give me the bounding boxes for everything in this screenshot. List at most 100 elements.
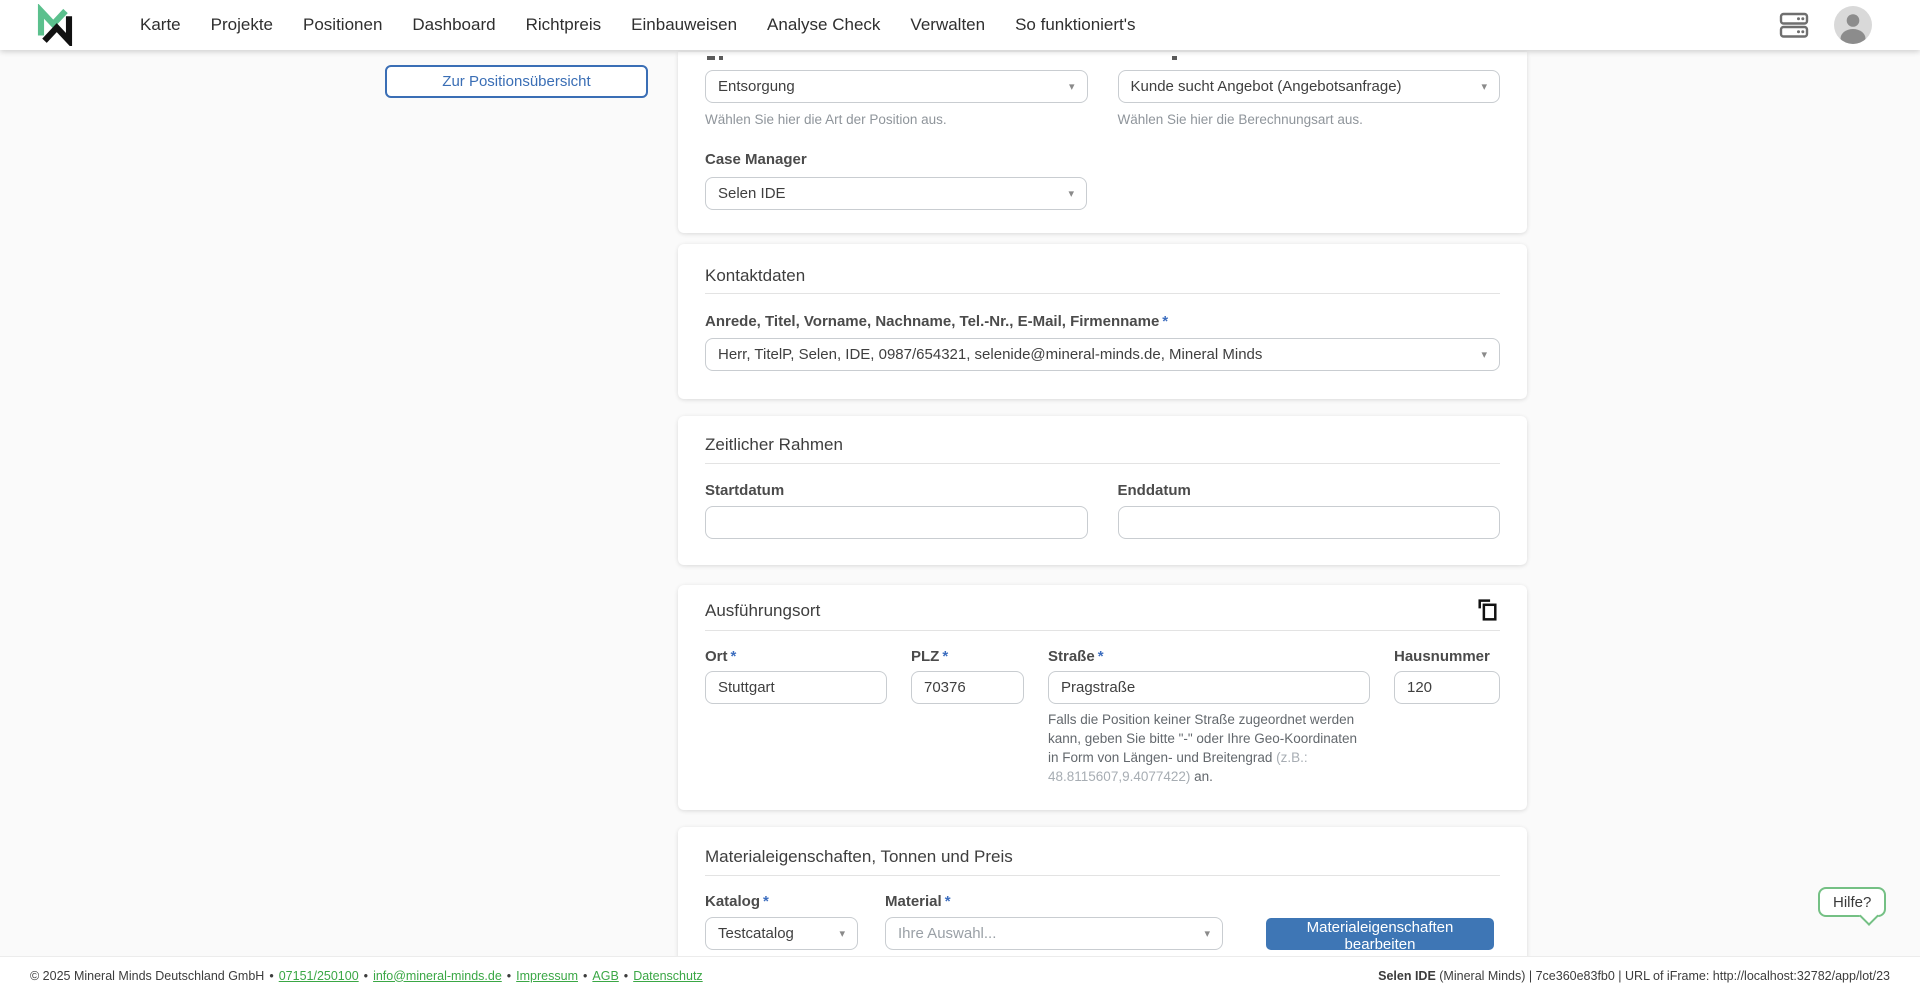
footer-link-email[interactable]: info@mineral-minds.de xyxy=(373,969,502,983)
required-asterisk: * xyxy=(1162,313,1168,330)
material-label-text: Material xyxy=(885,893,942,910)
nav-item-analyse-check[interactable]: Analyse Check xyxy=(767,15,880,35)
material-placeholder: Ihre Auswahl... xyxy=(898,925,996,942)
strasse-label: Straße* xyxy=(1048,648,1370,665)
hausnummer-input[interactable] xyxy=(1394,671,1500,704)
ausfuehrungsort-title: Ausführungsort xyxy=(705,601,820,621)
back-to-positions-button[interactable]: Zur Positionsübersicht xyxy=(385,65,648,98)
nav-right-icons xyxy=(1778,0,1872,50)
chevron-down-icon: ▾ xyxy=(1068,187,1074,200)
server-stack-icon[interactable] xyxy=(1778,10,1810,40)
kontakt-field-label-text: Anrede, Titel, Vorname, Nachname, Tel.-N… xyxy=(705,313,1159,330)
material-select[interactable]: Ihre Auswahl... ▾ xyxy=(885,917,1223,950)
footer-link-impressum[interactable]: Impressum xyxy=(516,969,578,983)
ort-input[interactable] xyxy=(705,671,887,704)
footer-separator: • xyxy=(624,969,628,983)
footer-separator: • xyxy=(583,969,587,983)
plz-label: PLZ* xyxy=(911,648,1024,665)
divider xyxy=(705,293,1500,294)
footer-separator: • xyxy=(364,969,368,983)
berechnungsart-select[interactable]: Kunde sucht Angebot (Angebotsanfrage) ▾ xyxy=(1118,70,1501,103)
footer-copyright: © 2025 Mineral Minds Deutschland GmbH xyxy=(30,969,264,983)
footer-link-agb[interactable]: AGB xyxy=(592,969,618,983)
footer-left: © 2025 Mineral Minds Deutschland GmbH • 07… xyxy=(30,969,703,983)
copy-icon[interactable] xyxy=(1475,597,1500,624)
mineral-minds-logo-icon[interactable] xyxy=(34,4,76,51)
chevron-down-icon: ▾ xyxy=(1481,80,1487,93)
required-asterisk: * xyxy=(945,893,951,910)
kontaktdaten-card: Kontaktdaten Anrede, Titel, Vorname, Nac… xyxy=(678,244,1527,399)
nav-item-verwalten[interactable]: Verwalten xyxy=(910,15,985,35)
footer: © 2025 Mineral Minds Deutschland GmbH • 07… xyxy=(0,956,1920,994)
strasse-note-suffix: an. xyxy=(1190,769,1213,784)
kontakt-field-label: Anrede, Titel, Vorname, Nachname, Tel.-N… xyxy=(705,313,1500,330)
strasse-label-text: Straße xyxy=(1048,648,1095,665)
edit-material-properties-button[interactable]: Materialeigenschaften bearbeiten xyxy=(1266,918,1494,950)
chevron-down-icon: ▾ xyxy=(1069,80,1075,93)
chevron-down-icon: ▾ xyxy=(1481,348,1487,361)
clipped-label-remnant xyxy=(1172,56,1177,60)
page: Karte Projekte Positionen Dashboard Rich… xyxy=(0,0,1920,994)
strasse-note: Falls die Position keiner Straße zugeord… xyxy=(1048,711,1370,787)
case-manager-value: Selen IDE xyxy=(718,185,786,202)
material-title: Materialeigenschaften, Tonnen und Preis xyxy=(705,827,1500,867)
nav-item-richtpreis[interactable]: Richtpreis xyxy=(526,15,602,35)
kontakt-select[interactable]: Herr, TitelP, Selen, IDE, 0987/654321, s… xyxy=(705,338,1500,371)
top-nav: Karte Projekte Positionen Dashboard Rich… xyxy=(0,0,1920,50)
berechnungsart-value: Kunde sucht Angebot (Angebotsanfrage) xyxy=(1131,78,1402,95)
position-settings-card: Entsorgung ▾ Kunde sucht Angebot (Angebo… xyxy=(678,52,1527,233)
footer-session-info: Selen IDE (Mineral Minds) | 7ce360e83fb0… xyxy=(1378,969,1890,983)
footer-separator: • xyxy=(507,969,511,983)
zeitlicher-rahmen-card: Zeitlicher Rahmen Startdatum Enddatum xyxy=(678,416,1527,565)
hausnummer-label: Hausnummer xyxy=(1394,648,1500,665)
help-button[interactable]: Hilfe? xyxy=(1818,887,1886,917)
case-manager-label: Case Manager xyxy=(705,151,1500,168)
help-button-label: Hilfe? xyxy=(1833,894,1871,911)
nav-item-karte[interactable]: Karte xyxy=(140,15,181,35)
footer-session-details: (Mineral Minds) | 7ce360e83fb0 | URL of … xyxy=(1436,969,1890,983)
nav-item-projekte[interactable]: Projekte xyxy=(211,15,273,35)
nav-item-dashboard[interactable]: Dashboard xyxy=(412,15,495,35)
required-asterisk: * xyxy=(1098,648,1104,665)
clipped-label-remnant xyxy=(719,56,723,60)
zeitraum-title: Zeitlicher Rahmen xyxy=(705,416,1500,455)
nav-menu: Karte Projekte Positionen Dashboard Rich… xyxy=(140,0,1136,50)
nav-item-so-funktionierts[interactable]: So funktioniert's xyxy=(1015,15,1135,35)
katalog-label-text: Katalog xyxy=(705,893,760,910)
katalog-value: Testcatalog xyxy=(718,925,794,942)
required-asterisk: * xyxy=(763,893,769,910)
position-type-select[interactable]: Entsorgung ▾ xyxy=(705,70,1088,103)
berechnungsart-help: Wählen Sie hier die Berechnungsart aus. xyxy=(1118,112,1501,127)
nav-item-einbauweisen[interactable]: Einbauweisen xyxy=(631,15,737,35)
plz-input[interactable] xyxy=(911,671,1024,704)
startdatum-label: Startdatum xyxy=(705,482,1088,499)
nav-item-positionen[interactable]: Positionen xyxy=(303,15,382,35)
chevron-down-icon: ▾ xyxy=(839,927,845,940)
position-type-value: Entsorgung xyxy=(718,78,795,95)
footer-link-datenschutz[interactable]: Datenschutz xyxy=(633,969,702,983)
strasse-note-text: Falls die Position keiner Straße zugeord… xyxy=(1048,712,1357,765)
required-asterisk: * xyxy=(942,648,948,665)
startdatum-input[interactable] xyxy=(705,506,1088,539)
enddatum-input[interactable] xyxy=(1118,506,1501,539)
position-type-help: Wählen Sie hier die Art der Position aus… xyxy=(705,112,1088,127)
katalog-select[interactable]: Testcatalog ▾ xyxy=(705,917,858,950)
ausfuehrungsort-card: Ausführungsort Ort* PLZ* Straße* Hausnum… xyxy=(678,585,1527,810)
enddatum-label: Enddatum xyxy=(1118,482,1501,499)
katalog-label: Katalog* xyxy=(705,893,858,910)
clipped-label-remnant xyxy=(707,56,715,60)
ort-label-text: Ort xyxy=(705,648,728,665)
required-asterisk: * xyxy=(731,648,737,665)
ort-label: Ort* xyxy=(705,648,887,665)
footer-link-phone[interactable]: 07151/250100 xyxy=(279,969,359,983)
chevron-down-icon: ▾ xyxy=(1204,927,1210,940)
kontaktdaten-title: Kontaktdaten xyxy=(705,244,1500,286)
case-manager-select[interactable]: Selen IDE ▾ xyxy=(705,177,1087,210)
material-label: Material* xyxy=(885,893,1223,910)
plz-label-text: PLZ xyxy=(911,648,939,665)
footer-user-name: Selen IDE xyxy=(1378,969,1436,983)
user-avatar-icon[interactable] xyxy=(1834,6,1872,44)
strasse-input[interactable] xyxy=(1048,671,1370,704)
kontakt-value: Herr, TitelP, Selen, IDE, 0987/654321, s… xyxy=(718,346,1262,363)
footer-separator: • xyxy=(269,969,273,983)
